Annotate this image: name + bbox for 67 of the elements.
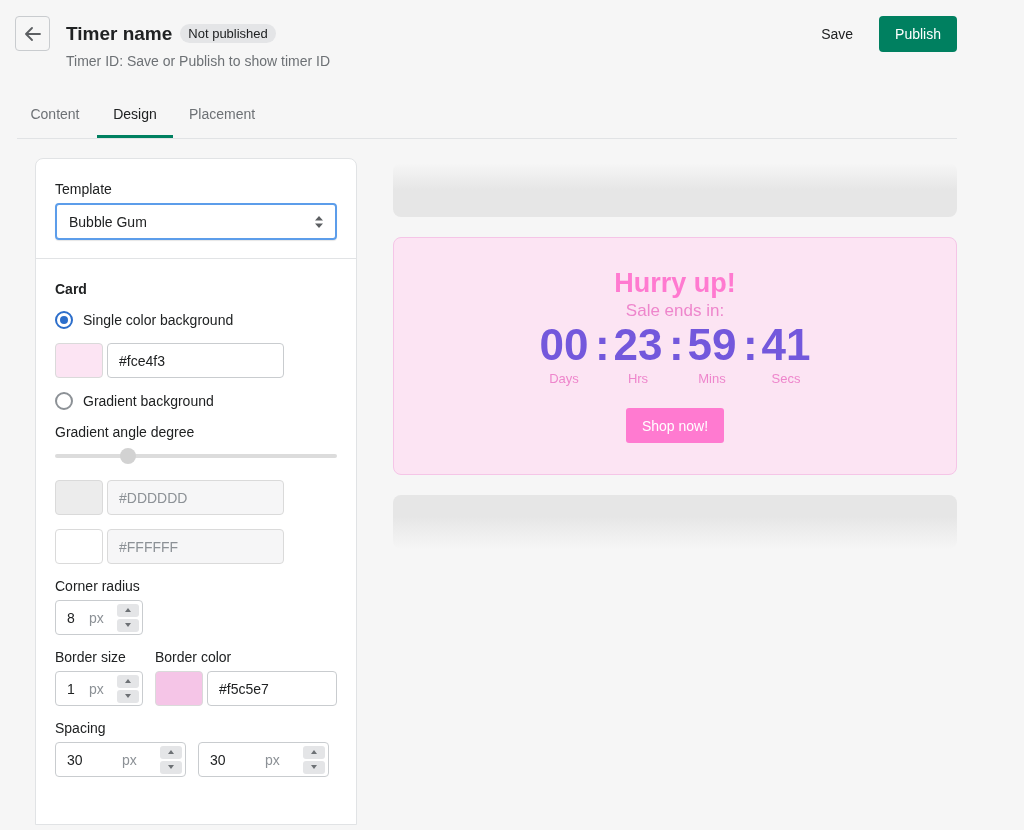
page-title: Timer name: [66, 22, 173, 45]
caret-down-icon: [125, 623, 131, 627]
radio-option[interactable]: Gradient background: [55, 392, 214, 410]
field-label: Spacing: [55, 720, 107, 736]
color-swatch[interactable]: [155, 671, 203, 706]
timer-id-text: Timer ID: Save or Publish to show timer ID: [66, 53, 331, 69]
color-input[interactable]: #f5c5e7: [207, 671, 337, 706]
time-separator: :: [743, 321, 755, 369]
unit-label: px: [122, 751, 138, 768]
timer-subheading: Sale ends in:: [625, 301, 725, 321]
number-input[interactable]: 1 px: [55, 671, 143, 706]
tab[interactable]: Placement: [177, 97, 268, 138]
increment-button[interactable]: [117, 674, 139, 688]
back-button[interactable]: [15, 16, 50, 51]
caret-down-icon: [311, 765, 317, 769]
radio-option[interactable]: Single color background: [55, 311, 234, 329]
number-input[interactable]: 30 px: [55, 742, 186, 777]
field-label: Border color: [155, 649, 233, 665]
back-arrow-icon: [24, 26, 41, 41]
field-label: Template: [55, 181, 113, 197]
color-input[interactable]: #fce4f3: [107, 343, 284, 378]
time-separator: :: [669, 321, 681, 369]
time-unit-label: Secs: [771, 371, 801, 386]
unit-label: px: [265, 751, 281, 768]
time-value: 23: [613, 321, 663, 369]
caret-up-icon: [311, 750, 317, 754]
publish-button[interactable]: Publish: [879, 16, 957, 52]
number-input[interactable]: 30 px: [198, 742, 329, 777]
slider-thumb[interactable]: [120, 448, 137, 464]
field-label: Gradient angle degree: [55, 424, 196, 440]
radio-button[interactable]: [55, 392, 73, 410]
tab[interactable]: Design: [97, 97, 173, 138]
radio-button[interactable]: [55, 311, 73, 329]
color-swatch[interactable]: [55, 343, 103, 378]
unit-label: px: [89, 609, 105, 626]
caret-down-icon: [168, 765, 174, 769]
increment-button[interactable]: [117, 603, 139, 617]
radio-label: Single color background: [83, 312, 234, 328]
caret-up-icon: [125, 679, 131, 683]
time-unit-label: Mins: [698, 371, 726, 386]
caret-up-icon: [168, 750, 174, 754]
caret-down-icon: [125, 694, 131, 698]
unit-label: px: [89, 680, 105, 697]
caret-up-icon: [125, 608, 131, 612]
number-input[interactable]: 8 px: [55, 600, 143, 635]
time-unit-label: Hrs: [627, 371, 649, 386]
radio-label: Gradient background: [83, 393, 214, 409]
time-separator: :: [595, 321, 607, 369]
select-arrows-icon: [315, 215, 323, 228]
increment-button[interactable]: [303, 745, 325, 759]
status-badge: Not published: [180, 24, 276, 43]
time-value: 41: [761, 321, 811, 369]
time-value: 59: [687, 321, 737, 369]
save-button[interactable]: Save: [809, 18, 866, 50]
time-unit-label: Days: [549, 371, 579, 386]
decrement-button[interactable]: [117, 618, 139, 632]
decrement-button[interactable]: [303, 760, 325, 774]
field-label: Border size: [55, 649, 127, 665]
timer-heading: Hurry up!: [614, 268, 736, 299]
template-select[interactable]: Bubble Gum: [55, 203, 337, 240]
decrement-button[interactable]: [160, 760, 182, 774]
tab[interactable]: Content: [17, 97, 93, 138]
increment-button[interactable]: [160, 745, 182, 759]
section-heading: Card: [55, 281, 88, 297]
decrement-button[interactable]: [117, 689, 139, 703]
time-value: 00: [539, 321, 589, 369]
field-label: Corner radius: [55, 578, 141, 594]
